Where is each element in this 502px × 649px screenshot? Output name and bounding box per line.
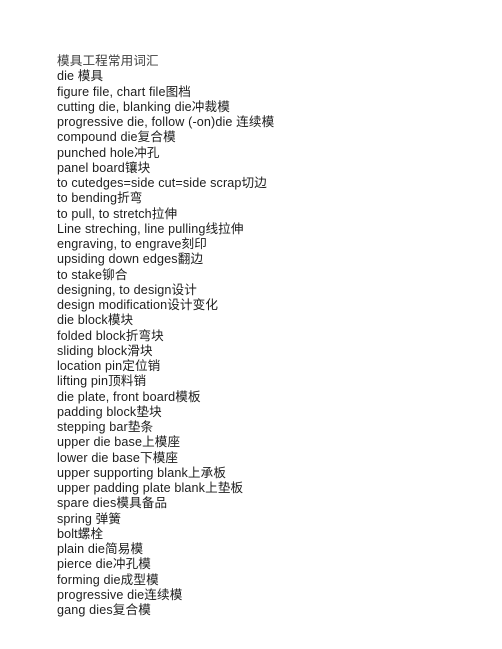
glossary-entry: lower die base下模座 xyxy=(57,450,179,465)
glossary-entry: upsiding down edges翻边 xyxy=(57,252,204,267)
glossary-entry: designing, to design设计 xyxy=(57,282,197,297)
glossary-entry: folded block折弯块 xyxy=(57,328,164,343)
glossary-heading: 模具工程常用词汇 xyxy=(57,54,159,68)
glossary-entry: to stake铆合 xyxy=(57,267,128,282)
glossary-entry: progressive die, follow (-on)die 连续模 xyxy=(57,115,275,129)
document-page: 模具工程常用词汇 die 模具 figure file, chart file图档 c… xyxy=(0,0,502,649)
glossary-entry: die block模块 xyxy=(57,313,134,328)
glossary-entry: design modification设计变化 xyxy=(57,298,219,312)
glossary-entry: upper die base上模座 xyxy=(57,435,181,450)
glossary-entry: engraving, to engrave刻印 xyxy=(57,237,207,251)
glossary-entry: bolt螺栓 xyxy=(57,526,104,541)
glossary-entry: die 模具 xyxy=(57,69,104,84)
glossary-list: 模具工程常用词汇 die 模具 figure file, chart file图档 c… xyxy=(57,54,502,618)
glossary-entry: pierce die冲孔模 xyxy=(57,557,152,572)
glossary-entry: location pin定位销 xyxy=(57,359,161,373)
glossary-entry: to pull, to stretch拉伸 xyxy=(57,206,178,221)
glossary-entry: upper padding plate blank上垫板 xyxy=(57,481,244,495)
glossary-entry: stepping bar垫条 xyxy=(57,420,154,434)
glossary-entry: to cutedges=side cut=side scrap切边 xyxy=(57,176,267,190)
glossary-entry: Line streching, line pulling线拉伸 xyxy=(57,221,244,236)
glossary-entry: figure file, chart file图档 xyxy=(57,84,192,99)
glossary-entry: progressive die连续模 xyxy=(57,587,183,602)
glossary-entry: gang dies复合模 xyxy=(57,603,151,617)
glossary-entry: padding block垫块 xyxy=(57,404,162,419)
glossary-entry: lifting pin顶料销 xyxy=(57,374,147,389)
glossary-entry: panel board镶块 xyxy=(57,160,151,175)
glossary-entry: spring 弹簧 xyxy=(57,511,122,526)
glossary-entry: die plate, front board模板 xyxy=(57,389,201,404)
glossary-entry: forming die成型模 xyxy=(57,572,159,587)
glossary-entry: sliding block滑块 xyxy=(57,343,153,358)
glossary-entry: plain die简易模 xyxy=(57,542,144,556)
glossary-entry: punched hole冲孔 xyxy=(57,145,160,160)
glossary-entry: compound die复合模 xyxy=(57,130,176,145)
glossary-entry: to bending折弯 xyxy=(57,191,143,206)
glossary-entry: spare dies模具备品 xyxy=(57,496,168,511)
glossary-entry: cutting die, blanking die冲裁模 xyxy=(57,99,230,114)
glossary-entry: upper supporting blank上承板 xyxy=(57,465,227,480)
